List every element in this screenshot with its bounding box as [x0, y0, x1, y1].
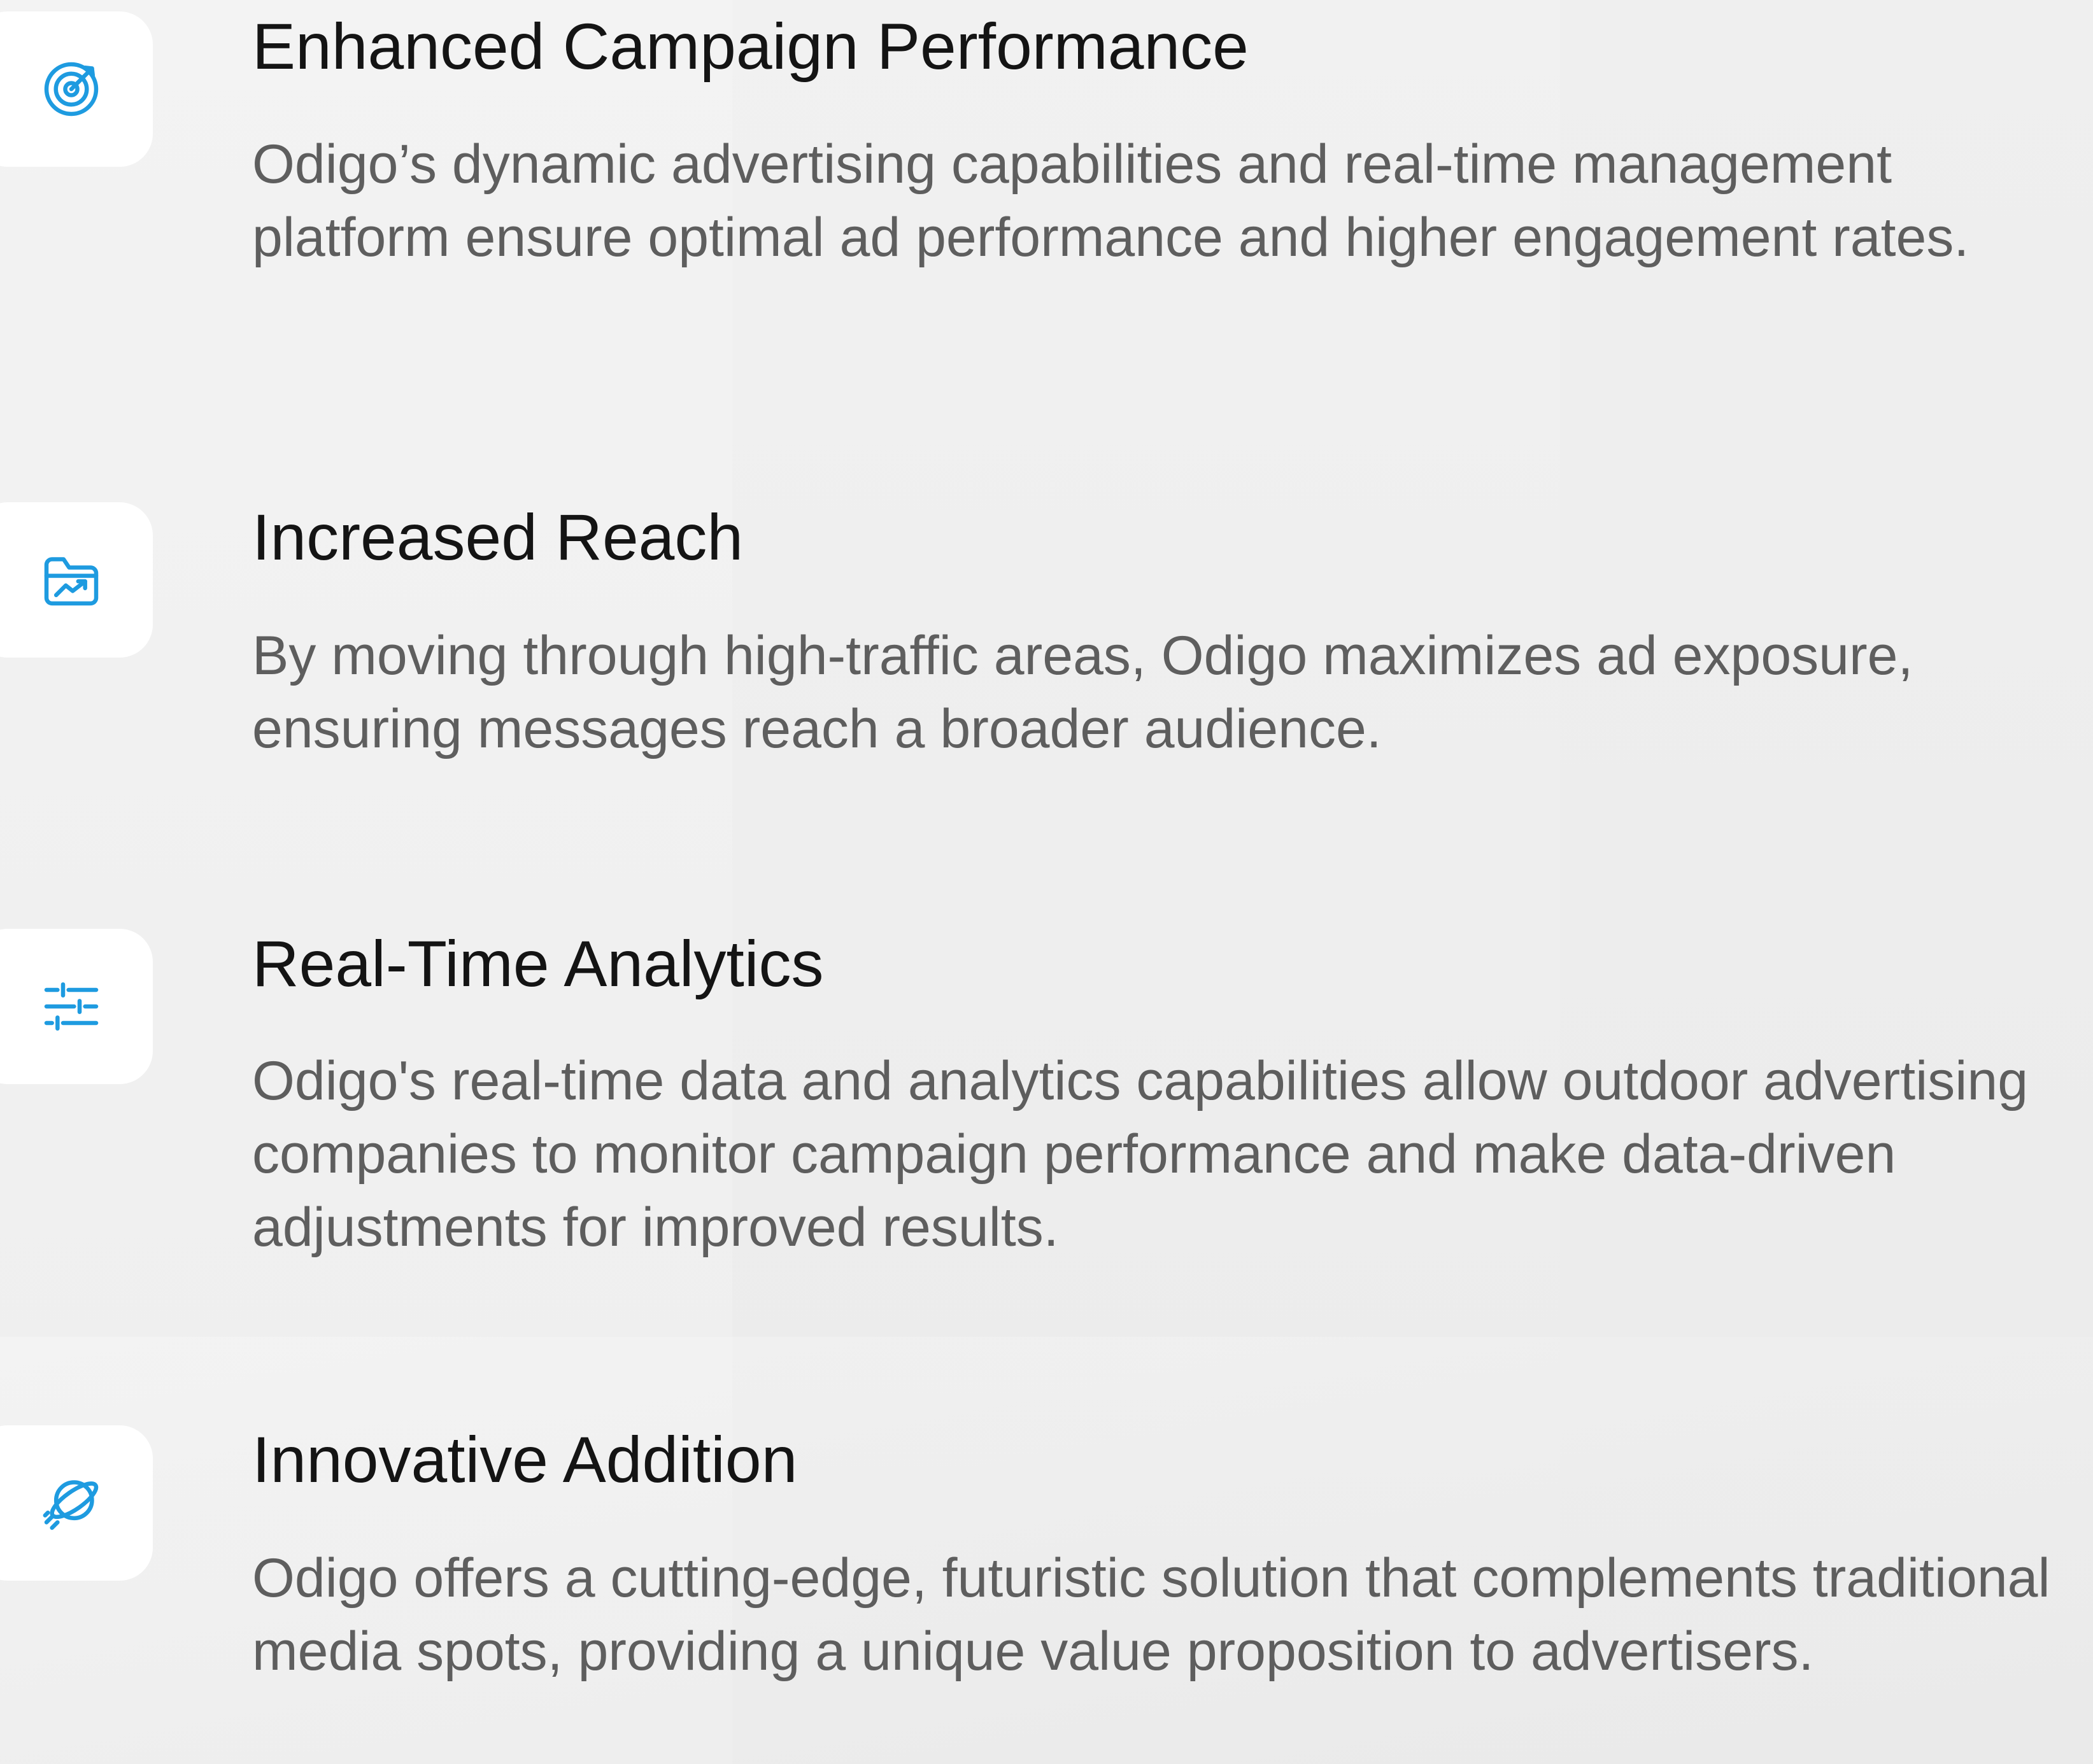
sliders-icon [44, 982, 99, 1031]
folder-chart-icon [44, 557, 99, 606]
feature-title: Enhanced Campaign Performance [252, 10, 1249, 83]
feature-icon-tile [0, 502, 153, 658]
feature-icon-tile [0, 11, 153, 167]
feature-description: Odigo's real-time data and analytics cap… [252, 1050, 2029, 1258]
feature-description: Odigo’s dynamic advertising capabilities… [252, 134, 1969, 268]
feature-description: Odigo offers a cutting-edge, futuristic … [252, 1548, 2050, 1682]
feature-title: Real-Time Analytics [252, 928, 824, 1000]
feature-icon-tile [0, 929, 153, 1084]
target-icon [44, 62, 99, 116]
feature-description: By moving through high-traffic areas, Od… [252, 625, 1913, 759]
planet-icon [43, 1480, 99, 1530]
feature-title: Increased Reach [252, 501, 744, 574]
feature-title: Innovative Addition [252, 1423, 798, 1496]
feature-icon-tile [0, 1425, 153, 1581]
